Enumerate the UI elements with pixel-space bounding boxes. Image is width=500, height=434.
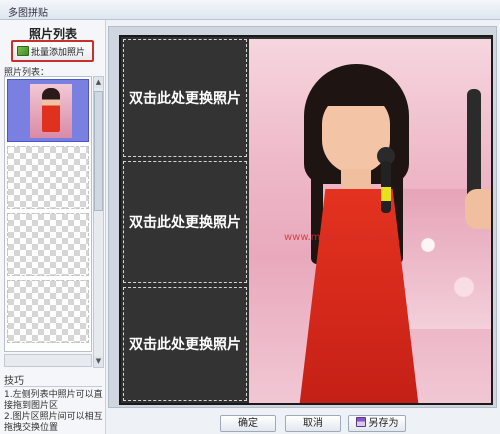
watermark: www.mininchang.com	[284, 232, 394, 243]
thumbnail-vertical-scrollbar[interactable]: ▲ ▼	[93, 76, 104, 368]
save-as-label: 另存为	[368, 418, 399, 429]
thumbnail-item-empty[interactable]	[7, 213, 89, 276]
tips-text: 1.左侧列表中照片可以直接拖到图片区 2.图片区照片间可以相互拖拽交换位置	[4, 390, 104, 434]
photo-slot[interactable]: 双击此处更换照片	[123, 287, 247, 401]
window-title: 多图拼贴	[8, 8, 48, 19]
collage-photo[interactable]	[249, 39, 491, 403]
tip-line: 1.左侧列表中照片可以直接拖到图片区	[4, 390, 103, 411]
thumbnail-item[interactable]	[7, 79, 89, 142]
batch-add-photos-button[interactable]: 批量添加照片	[11, 40, 94, 62]
thumbnail-horizontal-scrollbar[interactable]	[4, 354, 92, 367]
scroll-up-arrow-icon[interactable]: ▲	[94, 77, 103, 88]
scrollbar-thumb[interactable]	[94, 91, 103, 211]
thumbnail-item-empty[interactable]	[7, 146, 89, 209]
tip-line: 2.图片区照片间可以相互拖拽交换位置	[4, 412, 103, 433]
scroll-down-arrow-icon[interactable]: ▼	[94, 356, 103, 367]
ok-button[interactable]: 确定	[220, 415, 276, 432]
cancel-button[interactable]: 取消	[285, 415, 341, 432]
photo-list-panel: 照片列表 批量添加照片 照片列表： ▲ ▼ 技巧 1.左侧列表中照片可以直接拖到…	[0, 20, 106, 434]
save-icon	[355, 417, 366, 427]
tips-divider	[4, 386, 102, 387]
add-photos-icon	[17, 46, 29, 56]
tips-title: 技巧	[4, 376, 24, 387]
batch-add-photos-label: 批量添加照片	[31, 48, 86, 58]
save-as-button[interactable]: 另存为	[348, 415, 406, 432]
thumbnail-subject	[42, 88, 60, 132]
window-titlebar: 多图拼贴	[0, 0, 500, 20]
photo-slot[interactable]: 双击此处更换照片	[123, 39, 247, 157]
photo-thumbnail-list[interactable]	[4, 76, 92, 352]
thumbnail-item-empty[interactable]	[7, 280, 89, 343]
collage-area: 双击此处更换照片 双击此处更换照片 双击此处更换照片 www.mininchan…	[108, 26, 497, 408]
photo-slot[interactable]: 双击此处更换照片	[123, 161, 247, 283]
collage-canvas: 双击此处更换照片 双击此处更换照片 双击此处更换照片	[119, 35, 493, 405]
